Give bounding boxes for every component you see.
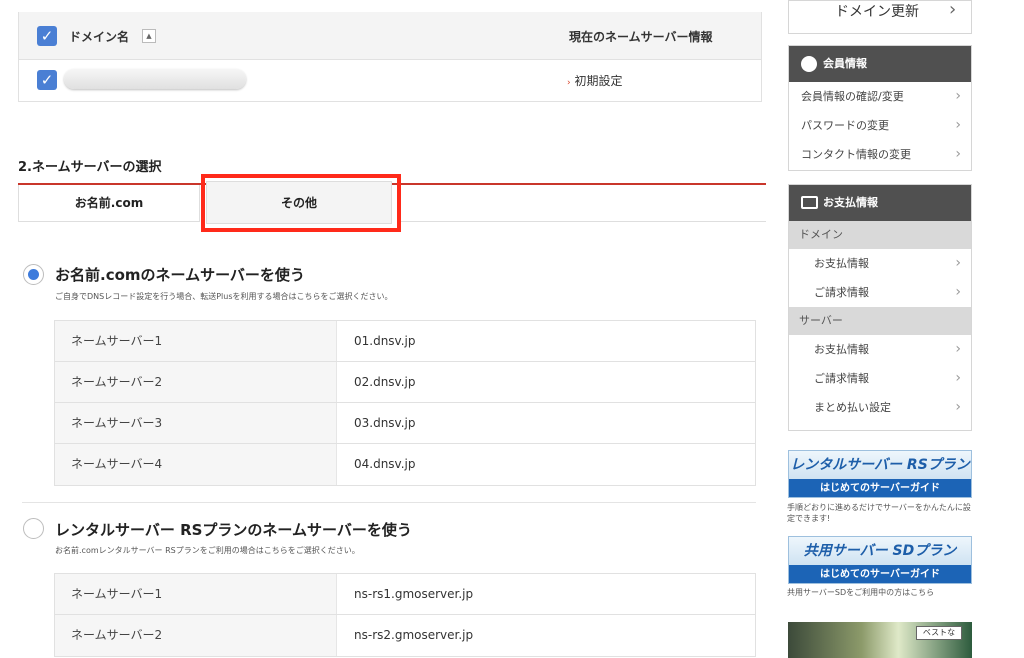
sidebar-item-domain-payment[interactable]: お支払情報 ›	[789, 249, 971, 278]
col-domain-name: ドメイン名	[69, 30, 130, 44]
domain-renew-label: ドメイン更新	[835, 4, 919, 20]
ns-label: ネームサーバー2	[55, 615, 337, 656]
initial-setting-link[interactable]: › 初期設定	[567, 72, 622, 89]
sidebar-item-password[interactable]: パスワードの変更 ›	[789, 111, 971, 140]
arrow-right-icon: ›	[567, 78, 571, 88]
chevron-right-icon: ›	[949, 0, 957, 20]
ns-value: 02.dnsv.jp	[354, 375, 416, 389]
banner-sd-title: 共用サーバー SDプラン	[789, 537, 971, 565]
sidebar-item-label: 会員情報の確認/変更	[801, 90, 904, 103]
domain-table: ✓ ドメイン名 ▲ 現在のネームサーバー情報 ✓ › 初期設定	[18, 12, 762, 102]
chevron-right-icon: ›	[955, 341, 961, 357]
group-domain: ドメイン	[789, 221, 971, 249]
chevron-right-icon: ›	[955, 370, 961, 386]
sidebar-item-label: ご請求情報	[814, 286, 869, 299]
domain-renew-button[interactable]: ドメイン更新 ›	[788, 0, 972, 34]
chevron-right-icon: ›	[955, 117, 961, 133]
chevron-right-icon: ›	[955, 399, 961, 415]
table-row: ネームサーバー2 02.dnsv.jp	[55, 362, 755, 403]
ns-label: ネームサーバー3	[55, 403, 337, 443]
divider	[22, 502, 756, 503]
sidebar-item-bulk-pay[interactable]: まとめ払い設定 ›	[789, 393, 971, 422]
user-icon	[801, 56, 817, 72]
payment-info-title: お支払情報	[823, 196, 878, 209]
radio-rs-ns[interactable]	[23, 518, 44, 539]
domain-name-blurred	[64, 69, 246, 89]
ns-value: ns-rs1.gmoserver.jp	[354, 587, 474, 601]
chevron-right-icon: ›	[955, 255, 961, 271]
sidebar-item-label: ご請求情報	[814, 372, 869, 385]
domain-table-header: ✓ ドメイン名 ▲ 現在のネームサーバー情報	[19, 12, 761, 60]
sidebar-item-contact[interactable]: コンタクト情報の変更 ›	[789, 140, 971, 169]
highlight-box	[201, 174, 401, 232]
sidebar-item-server-billing[interactable]: ご請求情報 ›	[789, 364, 971, 393]
onamae-ns-table: ネームサーバー1 01.dnsv.jp ネームサーバー2 02.dnsv.jp ネー…	[54, 320, 756, 486]
banner-sd-note: 共用サーバーSDをご利用中の方はこちら	[787, 588, 935, 597]
ns-value: 01.dnsv.jp	[354, 334, 416, 348]
table-row: ネームサーバー2 ns-rs2.gmoserver.jp	[55, 615, 755, 656]
sidebar-item-domain-billing[interactable]: ご請求情報 ›	[789, 278, 971, 307]
banner-rs-subtitle: はじめてのサーバーガイド	[789, 479, 971, 497]
ns-label: ネームサーバー2	[55, 362, 337, 402]
table-row: ネームサーバー1 01.dnsv.jp	[55, 321, 755, 362]
member-info-title: 会員情報	[823, 57, 867, 70]
wallet-icon	[801, 196, 818, 209]
banner-partial-label: ベストな	[916, 626, 962, 640]
table-row: ネームサーバー3 03.dnsv.jp	[55, 403, 755, 444]
ns-value: 04.dnsv.jp	[354, 457, 416, 471]
sidebar-item-label: コンタクト情報の変更	[801, 148, 911, 161]
domain-row-checkbox[interactable]: ✓	[37, 70, 57, 90]
sidebar-item-label: まとめ払い設定	[814, 401, 891, 414]
section-title: 2.ネームサーバーの選択	[18, 160, 162, 175]
initial-setting-label: 初期設定	[574, 74, 623, 88]
table-row: ネームサーバー1 ns-rs1.gmoserver.jp	[55, 574, 755, 615]
banner-rs-guide[interactable]: レンタルサーバー RSプラン はじめてのサーバーガイド	[788, 450, 972, 498]
select-all-checkbox[interactable]: ✓	[37, 26, 57, 46]
banner-rs-title: レンタルサーバー RSプラン	[789, 451, 971, 479]
member-info-header: 会員情報	[789, 46, 971, 82]
payment-info-box: お支払情報 ドメイン お支払情報 › ご請求情報 › サーバー お支払情報 › ご請求…	[788, 184, 972, 431]
group-server: サーバー	[789, 307, 971, 335]
sidebar-item-label: パスワードの変更	[801, 119, 889, 132]
chevron-right-icon: ›	[955, 88, 961, 104]
sidebar-item-server-payment[interactable]: お支払情報 ›	[789, 335, 971, 364]
tab-baseline	[400, 221, 766, 222]
member-info-box: 会員情報 会員情報の確認/変更 › パスワードの変更 › コンタクト情報の変更 ›	[788, 45, 972, 171]
option-rs-title: レンタルサーバー RSプランのネームサーバーを使う	[55, 521, 412, 539]
banner-partial[interactable]: ベストな	[788, 622, 972, 658]
banner-sd-guide[interactable]: 共用サーバー SDプラン はじめてのサーバーガイド	[788, 536, 972, 584]
tab-onamae[interactable]: お名前.com	[18, 185, 200, 222]
sidebar-item-member-edit[interactable]: 会員情報の確認/変更 ›	[789, 82, 971, 111]
banner-rs-note: 手順どおりに進めるだけでサーバーをかんたんに設定できます!	[787, 503, 971, 523]
ns-label: ネームサーバー1	[55, 574, 337, 614]
sort-button[interactable]: ▲	[142, 29, 156, 43]
ns-label: ネームサーバー4	[55, 444, 337, 485]
rs-ns-table: ネームサーバー1 ns-rs1.gmoserver.jp ネームサーバー2 ns-r…	[54, 573, 756, 657]
ns-label: ネームサーバー1	[55, 321, 337, 361]
rs-ns-table-clip: ネームサーバー1 ns-rs1.gmoserver.jp ネームサーバー2 ns-r…	[54, 573, 758, 658]
chevron-right-icon: ›	[955, 284, 961, 300]
payment-info-header: お支払情報	[789, 185, 971, 221]
ns-value: ns-rs2.gmoserver.jp	[354, 628, 474, 642]
radio-onamae-ns[interactable]	[23, 264, 44, 285]
sidebar-item-label: お支払情報	[814, 343, 869, 356]
option-onamae-title: お名前.comのネームサーバーを使う	[55, 266, 305, 284]
chevron-right-icon: ›	[955, 146, 961, 162]
option-onamae-note: ご自身でDNSレコード設定を行う場合、転送Plusを利用する場合はこちらをご選択…	[55, 292, 393, 301]
ns-value: 03.dnsv.jp	[354, 416, 416, 430]
sidebar-item-label: お支払情報	[814, 257, 869, 270]
col-current-nameserver: 現在のネームサーバー情報	[569, 30, 713, 44]
table-row: ネームサーバー4 04.dnsv.jp	[55, 444, 755, 485]
option-rs-note: お名前.comレンタルサーバー RSプランをご利用の場合はこちらをご選択ください…	[55, 546, 360, 555]
banner-sd-subtitle: はじめてのサーバーガイド	[789, 565, 971, 583]
